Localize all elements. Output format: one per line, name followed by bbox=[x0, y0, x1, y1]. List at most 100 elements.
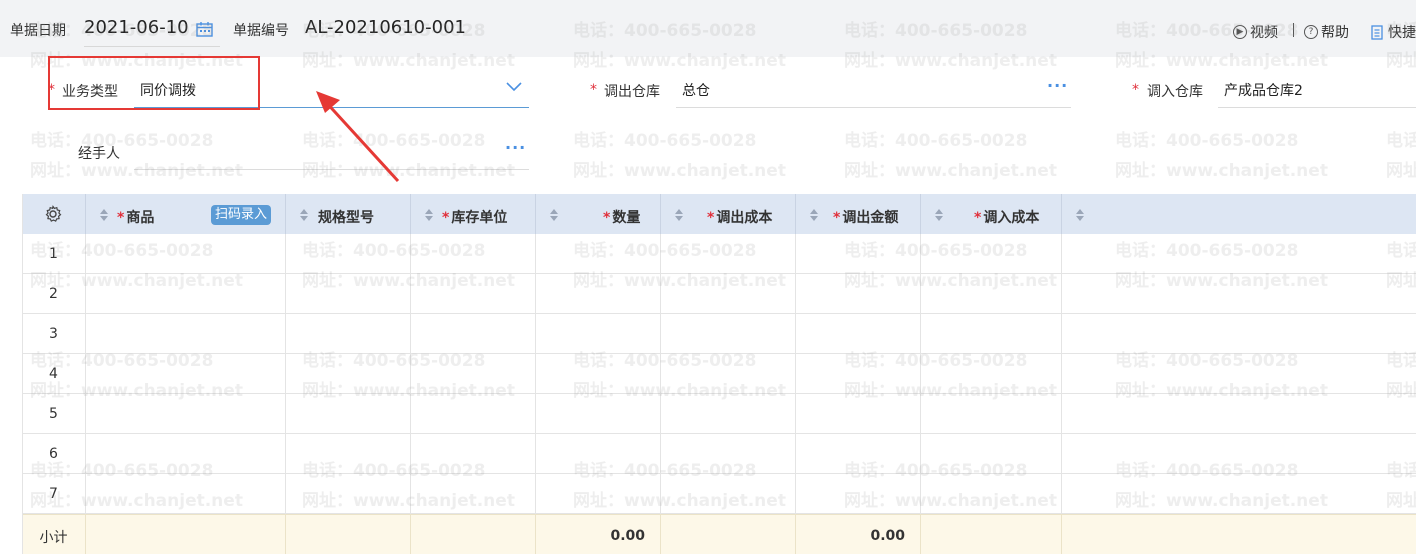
row-number: 3 bbox=[49, 326, 58, 342]
date-value[interactable]: 2021-06-10 bbox=[84, 17, 189, 38]
table-cell[interactable] bbox=[286, 394, 411, 434]
table-cell[interactable] bbox=[286, 234, 411, 274]
video-label: 视频 bbox=[1250, 25, 1278, 41]
table-cell[interactable] bbox=[286, 274, 411, 314]
table-cell[interactable] bbox=[86, 314, 286, 354]
column-header-extra[interactable] bbox=[1062, 194, 1416, 234]
table-cell[interactable] bbox=[661, 234, 796, 274]
table-cell[interactable] bbox=[536, 274, 661, 314]
row-number-cell: 3 bbox=[22, 314, 86, 354]
scan-entry-button[interactable]: 扫码录入 bbox=[211, 205, 272, 225]
watermark-site: 网址：www.chanjet.net bbox=[573, 161, 786, 181]
subtotal-row: 小计 0.00 0.00 bbox=[22, 514, 1416, 554]
subtotal-label: 小计 bbox=[39, 530, 68, 546]
chevron-down-icon[interactable] bbox=[505, 80, 523, 92]
table-cell[interactable] bbox=[661, 434, 796, 474]
table-cell[interactable] bbox=[921, 474, 1062, 514]
table-cell[interactable] bbox=[661, 394, 796, 434]
column-header-product[interactable]: * 商品 扫码录入 bbox=[86, 194, 286, 234]
table-cell[interactable] bbox=[921, 354, 1062, 394]
column-header-out-cost[interactable]: * 调出成本 bbox=[661, 194, 796, 234]
table-cell[interactable] bbox=[536, 354, 661, 394]
table-cell[interactable] bbox=[796, 274, 921, 314]
column-header-unit[interactable]: * 库存单位 bbox=[411, 194, 536, 234]
quick-label: 快捷 bbox=[1388, 25, 1416, 41]
sort-icon[interactable] bbox=[550, 209, 558, 221]
watermark-phone: 电话：400-665-0028 bbox=[1115, 131, 1299, 151]
table-cell[interactable] bbox=[86, 394, 286, 434]
subtotal-quantity-cell: 0.00 bbox=[536, 515, 661, 554]
in-warehouse-label: 调入仓库 bbox=[1147, 84, 1203, 100]
table-cell[interactable] bbox=[536, 314, 661, 354]
table-cell[interactable] bbox=[661, 354, 796, 394]
table-cell[interactable] bbox=[536, 234, 661, 274]
table-cell[interactable] bbox=[86, 474, 286, 514]
sort-icon[interactable] bbox=[1076, 209, 1084, 221]
table-cell[interactable] bbox=[286, 434, 411, 474]
table-cell[interactable] bbox=[411, 474, 536, 514]
column-header-spec[interactable]: 规格型号 bbox=[286, 194, 411, 234]
column-header-out-amount[interactable]: * 调出金额 bbox=[796, 194, 921, 234]
table-cell[interactable] bbox=[536, 394, 661, 434]
out-warehouse-value[interactable]: 总仓 bbox=[682, 80, 710, 100]
table-row: 4 bbox=[22, 354, 1416, 394]
calendar-icon[interactable] bbox=[196, 21, 213, 37]
table-cell[interactable] bbox=[86, 274, 286, 314]
table-cell[interactable] bbox=[921, 234, 1062, 274]
table-cell[interactable] bbox=[796, 474, 921, 514]
table-cell[interactable] bbox=[536, 434, 661, 474]
table-cell[interactable] bbox=[86, 234, 286, 274]
video-link[interactable]: ▶ 视频 bbox=[1233, 22, 1278, 42]
table-cell[interactable] bbox=[411, 434, 536, 474]
date-underline bbox=[84, 46, 220, 47]
sort-icon[interactable] bbox=[675, 209, 683, 221]
table-cell[interactable] bbox=[661, 474, 796, 514]
table-row: 2 bbox=[22, 274, 1416, 314]
settings-column-header[interactable] bbox=[22, 194, 86, 234]
sort-icon[interactable] bbox=[100, 209, 108, 221]
toolbar-separator bbox=[1293, 23, 1294, 37]
table-cell[interactable] bbox=[796, 234, 921, 274]
more-icon[interactable]: ··· bbox=[505, 138, 526, 157]
help-icon: ? bbox=[1304, 25, 1318, 39]
table-row: 5 bbox=[22, 394, 1416, 434]
watermark-text: 电话：400-665-0028 网址：www.chanjet.net bbox=[844, 126, 1057, 186]
quick-link[interactable]: 快捷 bbox=[1370, 22, 1416, 42]
table-cell[interactable] bbox=[286, 474, 411, 514]
table-cell[interactable] bbox=[86, 354, 286, 394]
table-cell[interactable] bbox=[796, 434, 921, 474]
table-cell[interactable] bbox=[796, 354, 921, 394]
table-cell[interactable] bbox=[286, 314, 411, 354]
gear-icon[interactable] bbox=[44, 205, 62, 223]
table-cell[interactable] bbox=[411, 394, 536, 434]
column-header-in-cost[interactable]: * 调入成本 bbox=[921, 194, 1062, 234]
more-icon[interactable]: ··· bbox=[1047, 76, 1068, 95]
table-cell[interactable] bbox=[86, 434, 286, 474]
in-warehouse-value[interactable]: 产成品仓库2 bbox=[1224, 80, 1303, 100]
table-cell[interactable] bbox=[411, 274, 536, 314]
table-cell[interactable] bbox=[921, 274, 1062, 314]
column-header-quantity[interactable]: * 数量 bbox=[536, 194, 661, 234]
table-cell[interactable] bbox=[411, 234, 536, 274]
code-value: AL-20210610-001 bbox=[305, 17, 466, 38]
table-cell[interactable] bbox=[921, 434, 1062, 474]
table-cell[interactable] bbox=[286, 354, 411, 394]
table-cell[interactable] bbox=[411, 354, 536, 394]
sort-icon[interactable] bbox=[425, 209, 433, 221]
table-cell[interactable] bbox=[796, 394, 921, 434]
table-cell[interactable] bbox=[921, 394, 1062, 434]
table-cell[interactable] bbox=[661, 314, 796, 354]
help-link[interactable]: ? 帮助 bbox=[1304, 22, 1349, 42]
column-label: * 数量 bbox=[603, 210, 641, 226]
row-number: 6 bbox=[49, 446, 58, 462]
sort-icon[interactable] bbox=[935, 209, 943, 221]
table-cell[interactable] bbox=[411, 314, 536, 354]
table-cell[interactable] bbox=[536, 474, 661, 514]
table-cell[interactable] bbox=[661, 274, 796, 314]
sort-icon[interactable] bbox=[810, 209, 818, 221]
table-cell[interactable] bbox=[796, 314, 921, 354]
sort-icon[interactable] bbox=[300, 209, 308, 221]
table-left-border bbox=[22, 194, 23, 554]
subtotal-cell bbox=[286, 515, 411, 554]
table-cell[interactable] bbox=[921, 314, 1062, 354]
